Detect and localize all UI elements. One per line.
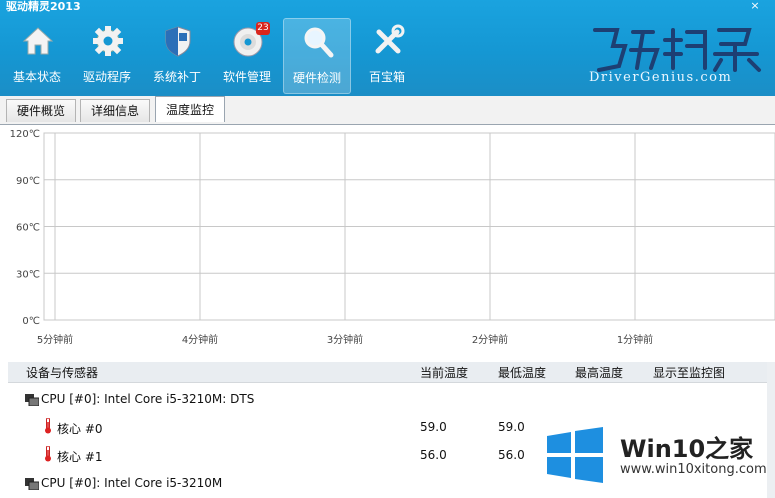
table-row[interactable]: CPU [#0]: Intel Core i5-3210M: DTS xyxy=(8,385,768,413)
y-tick-label: 0℃ xyxy=(22,316,40,327)
shield-icon xyxy=(165,26,191,57)
thermometer-icon xyxy=(44,445,52,465)
toolbar-label: 硬件检测 xyxy=(292,71,341,85)
brand-domain: DriverGenius.com xyxy=(589,70,733,85)
toolbar-button-toolbox[interactable]: 百宝箱 xyxy=(352,18,422,92)
col-show-in-chart[interactable]: 显示至监控图 xyxy=(653,364,725,381)
temperature-chart: 120℃90℃60℃30℃0℃5分钟前4分钟前3分钟前2分钟前1分钟前当 xyxy=(10,129,775,346)
device-name: CPU [#0]: Intel Core i5-3210M: DTS xyxy=(41,392,255,406)
y-tick-label: 60℃ xyxy=(16,223,40,234)
home-icon xyxy=(22,27,54,55)
x-tick-label: 5分钟前 xyxy=(37,333,73,346)
x-tick-label: 1分钟前 xyxy=(617,333,653,346)
vertical-scrollbar[interactable] xyxy=(767,362,775,498)
tab-temperature-monitor[interactable]: 温度监控 xyxy=(155,96,226,122)
toolbar-button-patches[interactable]: 系统补丁 xyxy=(142,18,212,92)
update-count-badge: 23 xyxy=(256,22,270,35)
toolbar-label: 基本状态 xyxy=(12,70,61,84)
sensor-name: 核心 #1 xyxy=(57,450,103,464)
tools-icon xyxy=(375,24,405,54)
toolbar-button-hardware-detect[interactable]: 硬件检测 xyxy=(283,18,351,94)
min-temp-value: 56.0 xyxy=(498,448,525,462)
current-temp-value: 56.0 xyxy=(420,448,447,462)
toolbar-button-software[interactable]: 23 软件管理 xyxy=(212,18,282,92)
x-tick-label: 2分钟前 xyxy=(472,333,508,346)
chip-icon xyxy=(25,478,40,493)
tab-strip: 硬件概览 详细信息 温度监控 xyxy=(0,96,775,125)
chip-icon xyxy=(25,394,40,409)
toolbar-label: 软件管理 xyxy=(222,70,271,84)
toolbar-button-basic-status[interactable]: 基本状态 xyxy=(2,18,72,92)
col-device[interactable]: 设备与传感器 xyxy=(26,364,98,381)
toolbar-label: 百宝箱 xyxy=(368,70,405,84)
x-tick-label: 4分钟前 xyxy=(182,333,218,346)
tab-hardware-overview[interactable]: 硬件概览 xyxy=(6,99,77,122)
table-header: 设备与传感器 当前温度 最低温度 最高温度 显示至监控图 xyxy=(8,362,768,383)
y-tick-label: 120℃ xyxy=(10,129,40,140)
close-window-button[interactable]: × xyxy=(744,0,766,14)
windows-logo-icon xyxy=(547,427,603,483)
col-min-temp[interactable]: 最低温度 xyxy=(498,364,546,381)
gear-icon xyxy=(93,26,123,56)
window-title: 驱动精灵2013 xyxy=(6,0,81,13)
y-tick-label: 90℃ xyxy=(16,176,40,187)
device-name: CPU [#0]: Intel Core i5-3210M xyxy=(41,476,223,490)
watermark-text: Win10之家 xyxy=(620,435,754,463)
toolbar-button-drivers[interactable]: 驱动程序 xyxy=(72,18,142,92)
title-toolbar-area: 驱动精灵2013 × 基本状态 驱动程序 系统补丁 23 软件管理 硬件检测 百… xyxy=(0,0,775,96)
col-max-temp[interactable]: 最高温度 xyxy=(575,364,623,381)
toolbar-label: 驱动程序 xyxy=(82,70,131,84)
col-current-temp[interactable]: 当前温度 xyxy=(420,364,468,381)
y-tick-label: 30℃ xyxy=(16,269,40,280)
thermometer-icon xyxy=(44,417,52,437)
tab-details[interactable]: 详细信息 xyxy=(80,99,151,122)
toolbar-label: 系统补丁 xyxy=(152,70,201,84)
current-temp-value: 59.0 xyxy=(420,420,447,434)
magnifier-icon xyxy=(304,27,334,58)
x-tick-label: 3分钟前 xyxy=(327,333,363,346)
sensor-name: 核心 #0 xyxy=(57,422,103,436)
watermark-url: www.win10xitong.com xyxy=(620,462,767,477)
min-temp-value: 59.0 xyxy=(498,420,525,434)
